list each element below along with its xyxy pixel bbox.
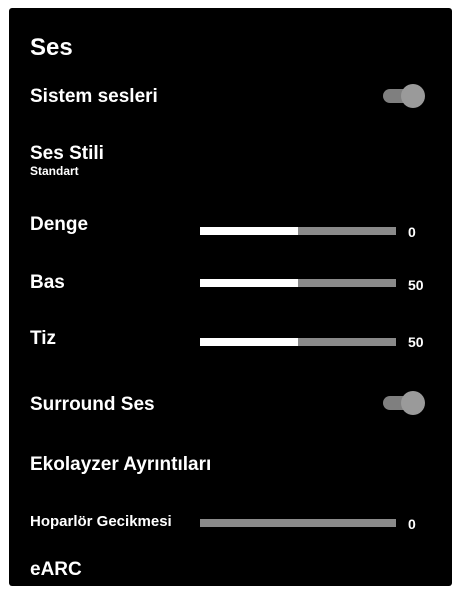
system-sounds-label[interactable]: Sistem sesleri <box>30 86 158 108</box>
sound-style-value: Standart <box>30 164 79 178</box>
balance-value: 0 <box>408 224 416 240</box>
equalizer-details-item[interactable]: Ekolayzer Ayrıntıları <box>30 454 211 476</box>
slider-fill <box>200 338 298 346</box>
balance-slider[interactable] <box>200 227 396 235</box>
toggle-knob <box>401 391 425 415</box>
treble-label[interactable]: Tiz <box>30 328 56 350</box>
sound-settings-panel: Ses Sistem sesleri Ses Stili Standart De… <box>9 8 452 586</box>
surround-toggle[interactable] <box>383 391 425 415</box>
earc-item[interactable]: eARC <box>30 559 82 581</box>
treble-slider[interactable] <box>200 338 396 346</box>
speaker-delay-value: 0 <box>408 516 416 532</box>
surround-label[interactable]: Surround Ses <box>30 394 155 416</box>
treble-value: 50 <box>408 334 424 350</box>
speaker-delay-slider[interactable] <box>200 519 396 527</box>
bass-label[interactable]: Bas <box>30 272 65 294</box>
toggle-knob <box>401 84 425 108</box>
speaker-delay-label[interactable]: Hoparlör Gecikmesi <box>30 513 172 531</box>
page-title: Ses <box>30 34 73 61</box>
system-sounds-toggle[interactable] <box>383 84 425 108</box>
balance-label[interactable]: Denge <box>30 214 88 236</box>
bass-value: 50 <box>408 277 424 293</box>
sound-style-label[interactable]: Ses Stili <box>30 143 104 165</box>
slider-fill <box>200 227 298 235</box>
slider-fill <box>200 279 298 287</box>
slider-rail <box>200 519 396 527</box>
bass-slider[interactable] <box>200 279 396 287</box>
